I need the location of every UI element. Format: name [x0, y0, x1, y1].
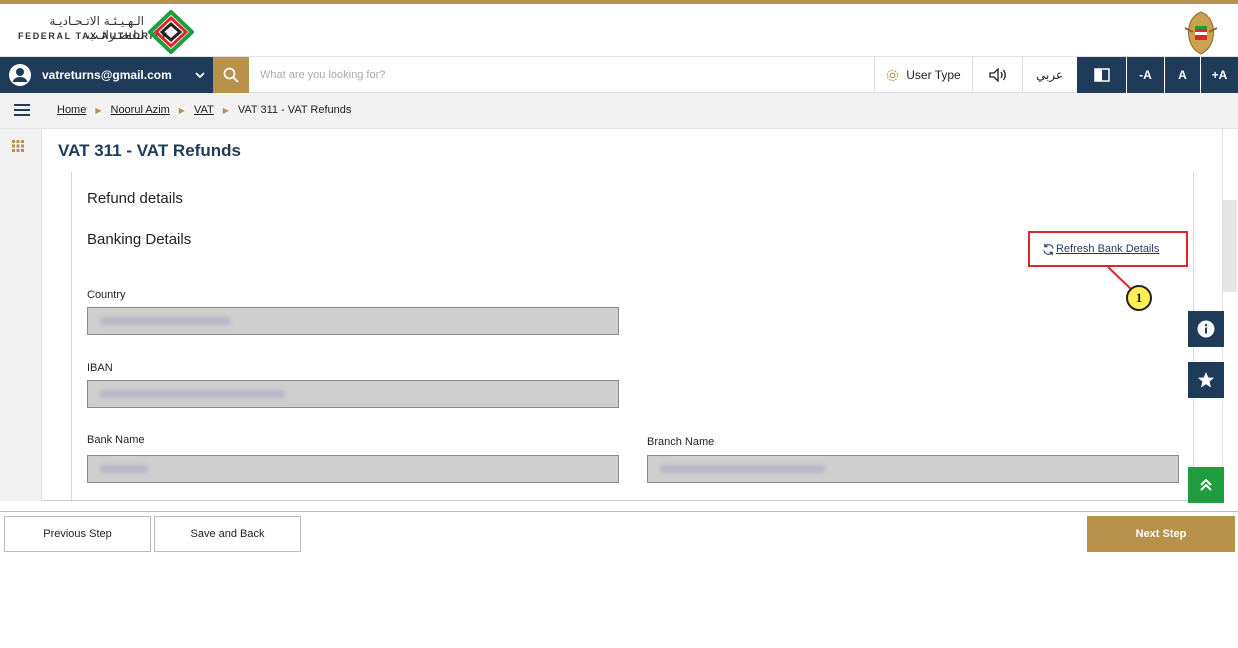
callout-marker: 1	[1126, 285, 1152, 311]
breadcrumb-bar: Home ▶ Noorul Azim ▶ VAT ▶ VAT 311 - VAT…	[0, 93, 1238, 129]
next-step-button[interactable]: Next Step	[1087, 516, 1235, 552]
search-input[interactable]	[260, 65, 860, 85]
banking-details-heading: Banking Details	[87, 231, 192, 248]
refresh-icon[interactable]	[1042, 243, 1055, 256]
read-aloud-button[interactable]	[972, 57, 1022, 93]
breadcrumb-current: VAT 311 - VAT Refunds	[237, 104, 352, 116]
branch-name-value-redacted	[660, 465, 825, 473]
user-icon	[9, 64, 31, 86]
language-toggle-button[interactable]: عربي	[1022, 57, 1076, 93]
branch-name-label: Branch Name	[647, 436, 715, 448]
search-button[interactable]	[213, 57, 249, 93]
star-icon	[1198, 372, 1214, 388]
user-type-button[interactable]: User Type	[874, 57, 972, 93]
breadcrumb-home-link[interactable]: Home	[57, 104, 86, 116]
user-email: vatreturns@gmail.com	[42, 68, 172, 82]
previous-step-button[interactable]: Previous Step	[4, 516, 151, 552]
save-and-back-button[interactable]: Save and Back	[154, 516, 301, 552]
iban-value-redacted	[100, 390, 285, 398]
breadcrumb-separator-icon: ▶	[222, 105, 229, 115]
arabic-language-label: عربي	[1035, 68, 1064, 82]
double-chevron-up-icon	[1200, 478, 1212, 491]
breadcrumb-vat-link[interactable]: VAT	[194, 104, 214, 116]
bank-name-field[interactable]	[87, 455, 619, 483]
iban-label: IBAN	[87, 362, 113, 374]
font-decrease-button[interactable]: -A	[1126, 57, 1164, 93]
bank-name-label: Bank Name	[87, 434, 145, 446]
bank-name-value-redacted	[100, 465, 148, 473]
refresh-bank-details-highlight: Refresh Bank Details	[1028, 231, 1188, 267]
uae-emblem-icon	[1184, 11, 1218, 55]
refresh-bank-details-link[interactable]: Refresh Bank Details	[1056, 243, 1159, 255]
font-increase-button[interactable]: +A	[1200, 57, 1238, 93]
country-label: Country	[87, 289, 126, 301]
fta-logo-icon	[148, 10, 194, 54]
scroll-to-top-button[interactable]	[1188, 467, 1224, 503]
user-type-label: User Type	[906, 68, 961, 82]
country-field[interactable]	[87, 307, 619, 335]
nav-bar: vatreturns@gmail.com User Type عربي	[0, 57, 1238, 93]
scrollbar-thumb[interactable]	[1223, 200, 1237, 292]
contrast-toggle-button[interactable]	[1076, 57, 1126, 93]
breadcrumb-account-link[interactable]: Noorul Azim	[111, 104, 170, 116]
branch-name-field[interactable]	[647, 455, 1179, 483]
header-bar: الـهـيـئـة الاتـحـاديـة لـلـضـرائـب FEDE…	[0, 0, 1238, 57]
chevron-down-icon	[195, 72, 205, 79]
country-value-redacted	[100, 317, 230, 325]
favorite-button[interactable]	[1188, 362, 1224, 398]
menu-icon[interactable]	[14, 104, 30, 116]
speaker-icon	[988, 68, 1006, 82]
info-button[interactable]	[1188, 311, 1224, 347]
search-icon	[223, 67, 239, 83]
refund-details-heading: Refund details	[87, 190, 183, 207]
logo-english-text: FEDERAL TAX AUTHORITY	[18, 31, 169, 41]
font-normal-button[interactable]: A	[1164, 57, 1200, 93]
footer-divider	[0, 511, 1238, 512]
breadcrumb-separator-icon: ▶	[178, 105, 185, 115]
breadcrumb: Home ▶ Noorul Azim ▶ VAT ▶ VAT 311 - VAT…	[57, 104, 351, 116]
left-rail	[0, 129, 42, 501]
refund-form-card	[71, 172, 1194, 502]
gear-icon	[887, 69, 899, 81]
grid-icon[interactable]	[12, 140, 24, 152]
info-icon	[1197, 320, 1215, 338]
iban-field[interactable]	[87, 380, 619, 408]
contrast-icon	[1093, 68, 1110, 82]
breadcrumb-separator-icon: ▶	[95, 105, 102, 115]
user-menu-button[interactable]: vatreturns@gmail.com	[0, 57, 213, 93]
page-title: VAT 311 - VAT Refunds	[58, 141, 241, 160]
